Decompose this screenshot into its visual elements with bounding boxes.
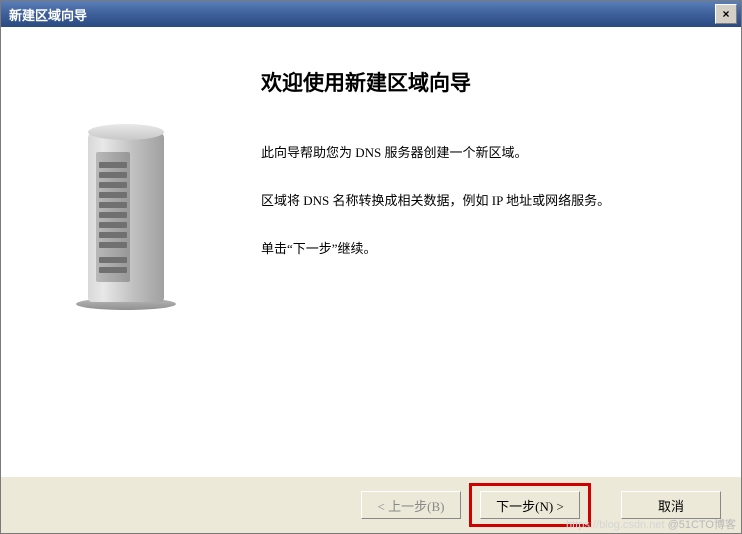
wizard-content: 欢迎使用新建区域向导 此向导帮助您为 DNS 服务器创建一个新区域。 区域将 D… <box>1 27 741 476</box>
wizard-description-3: 单击“下一步”继续。 <box>261 238 701 260</box>
next-button-highlight: 下一步(N) > <box>469 483 591 527</box>
wizard-heading: 欢迎使用新建区域向导 <box>261 67 701 97</box>
button-bar: < 上一步(B) 下一步(N) > 取消 <box>1 477 741 533</box>
titlebar: 新建区域向导 × <box>1 1 741 27</box>
next-button[interactable]: 下一步(N) > <box>480 491 580 519</box>
wizard-description-1: 此向导帮助您为 DNS 服务器创建一个新区域。 <box>261 142 701 164</box>
wizard-body: 欢迎使用新建区域向导 此向导帮助您为 DNS 服务器创建一个新区域。 区域将 D… <box>251 27 741 476</box>
back-button: < 上一步(B) <box>361 491 461 519</box>
wizard-sidebar-image <box>1 27 251 476</box>
wizard-window: 新建区域向导 × <box>0 0 742 534</box>
window-title: 新建区域向导 <box>9 5 715 24</box>
cancel-button[interactable]: 取消 <box>621 491 721 519</box>
server-icon <box>66 112 186 322</box>
close-button[interactable]: × <box>715 4 737 24</box>
wizard-description-2: 区域将 DNS 名称转换成相关数据，例如 IP 地址或网络服务。 <box>261 190 701 212</box>
close-icon: × <box>722 7 729 21</box>
